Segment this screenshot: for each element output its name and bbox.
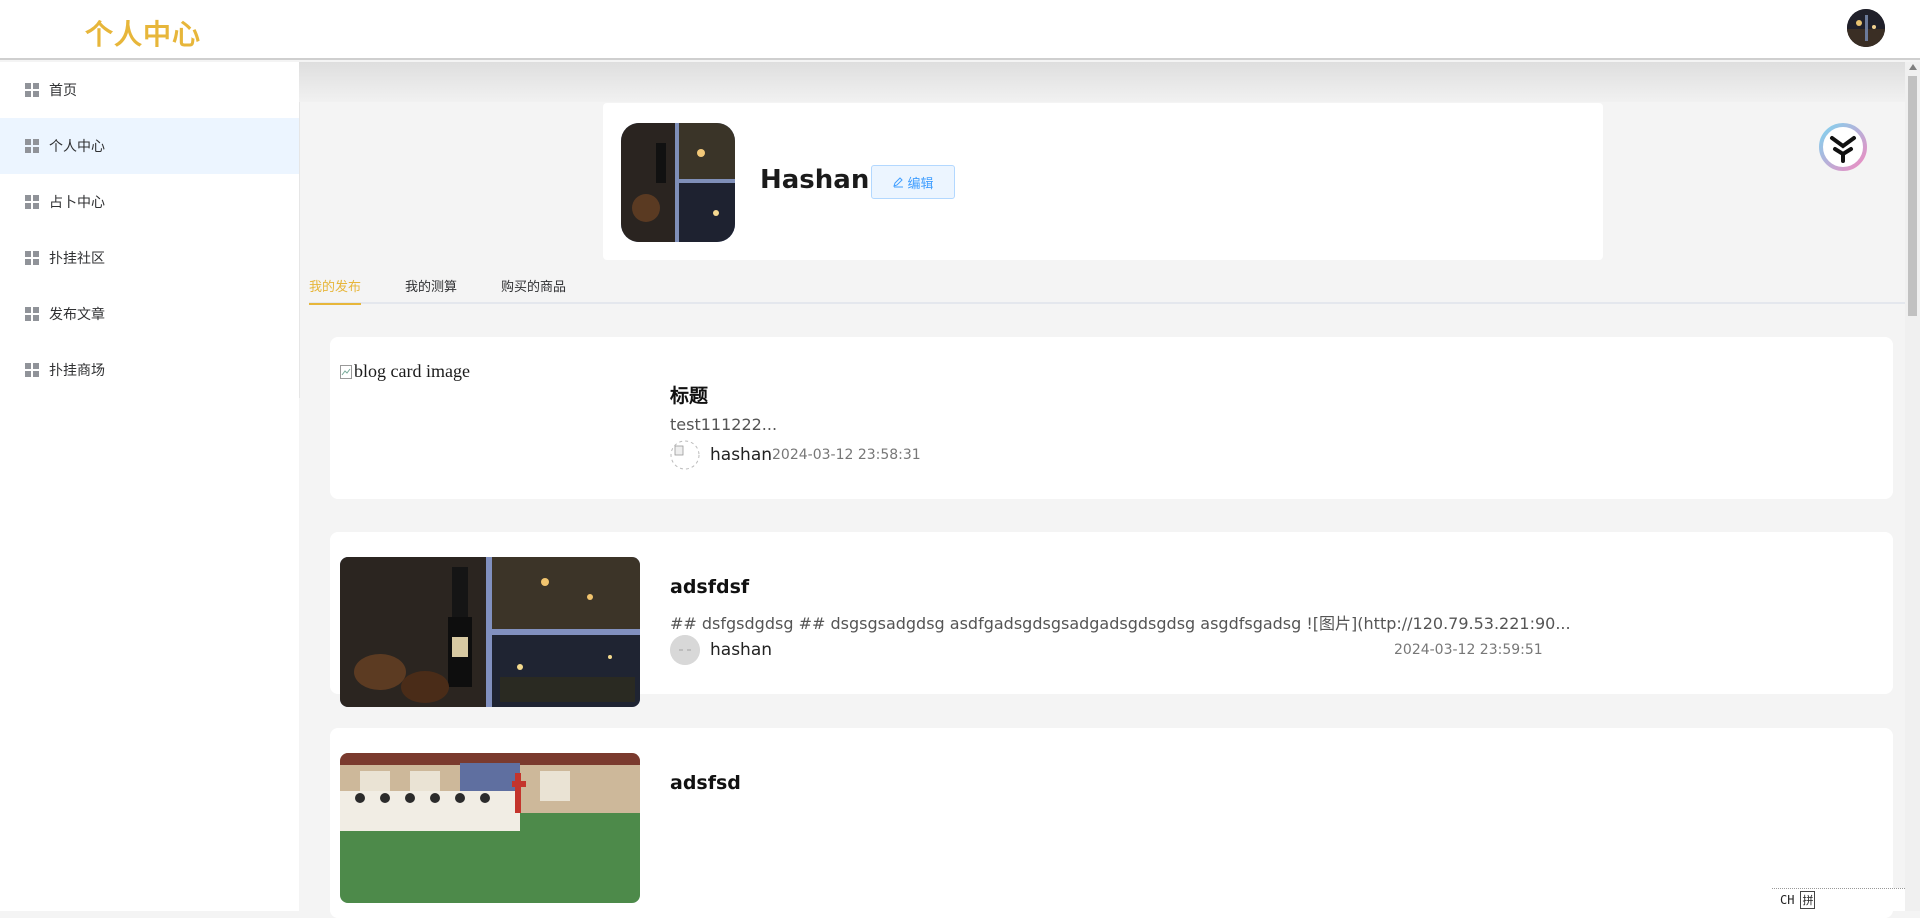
blog-card[interactable]: adsfdsf ## dsfgsdgdsg ## dsgsgsadgdsg as… (330, 532, 1893, 707)
blog-card-image[interactable] (340, 557, 640, 707)
profile-name: Hashan (760, 165, 870, 195)
sidebar-item-profile[interactable]: 个人中心 (0, 118, 299, 174)
sidebar-nav: 首页 个人中心 占卜中心 扑挂社区 发布文章 扑挂商场 (0, 62, 300, 398)
author-name[interactable]: hashan (710, 445, 772, 465)
author-avatar (670, 440, 700, 470)
blog-card-image-broken: blog card image (340, 361, 470, 382)
blog-card[interactable]: adsfsd (330, 728, 1893, 918)
user-avatar[interactable] (1847, 9, 1885, 47)
tab-my-posts[interactable]: 我的发布 (309, 276, 362, 305)
top-header: 个人中心 (0, 0, 1920, 60)
scroll-up-arrow-icon[interactable] (1909, 64, 1917, 70)
sidebar-item-label: 占卜中心 (49, 195, 105, 211)
sidebar-item-label: 扑挂商场 (49, 363, 105, 379)
tab-purchased-items[interactable]: 购买的商品 (501, 276, 566, 303)
blog-card-excerpt: test111222... (670, 415, 778, 434)
grid-icon (25, 139, 39, 153)
edit-button-label: 编辑 (907, 176, 934, 192)
blog-card-title[interactable]: adsfsd (670, 772, 741, 794)
post-time: 2024-03-12 23:58:31 (772, 447, 921, 463)
profile-avatar[interactable] (621, 123, 735, 242)
blog-card-title[interactable]: adsfdsf (670, 576, 749, 598)
sidebar-item-divination[interactable]: 占卜中心 (0, 174, 299, 230)
main-content: Hashan 编辑 我的发布 我的测算 购买的商品 blog card imag… (299, 62, 1905, 918)
page-brand-title: 个人中心 (85, 18, 202, 51)
blog-card-author: hashan 2024-03-12 23:58:31 (670, 440, 921, 470)
sidebar-item-label: 扑挂社区 (49, 251, 105, 267)
profile-card: Hashan 编辑 (603, 103, 1603, 260)
sidebar-item-mall[interactable]: 扑挂商场 (0, 342, 299, 398)
page-scrollbar[interactable] (1905, 62, 1920, 911)
edit-profile-button[interactable]: 编辑 (871, 165, 955, 199)
app-logo-icon[interactable] (1819, 123, 1867, 171)
sidebar-background (0, 398, 299, 911)
edit-icon (893, 177, 904, 188)
image-alt-text: blog card image (354, 361, 470, 381)
blog-card-author: hashan (670, 635, 772, 665)
ime-status-bar: CH 拼 (1772, 888, 1905, 911)
sidebar-item-home[interactable]: 首页 (0, 62, 299, 118)
tab-my-readings[interactable]: 我的测算 (405, 276, 457, 303)
scrollbar-thumb[interactable] (1908, 76, 1917, 316)
sidebar-item-publish[interactable]: 发布文章 (0, 286, 299, 342)
grid-icon (25, 307, 39, 321)
sidebar-item-community[interactable]: 扑挂社区 (0, 230, 299, 286)
grid-icon (25, 251, 39, 265)
ime-mode[interactable]: CH (1780, 893, 1794, 907)
grid-icon (25, 195, 39, 209)
sidebar-item-label: 首页 (49, 83, 77, 99)
sidebar-item-label: 个人中心 (49, 139, 105, 155)
sidebar-item-label: 发布文章 (49, 307, 105, 323)
grid-icon (25, 83, 39, 97)
ime-layout[interactable]: 拼 (1800, 891, 1816, 909)
blog-card-image[interactable] (340, 753, 640, 903)
author-avatar (670, 635, 700, 665)
broken-image-icon (340, 364, 352, 379)
grid-icon (25, 363, 39, 377)
post-time: 2024-03-12 23:59:51 (1394, 642, 1543, 658)
main-top-shade (299, 62, 1905, 102)
blog-card-excerpt: ## dsfgsdgdsg ## dsgsgsadgdsg asdfgadsgd… (670, 614, 1571, 633)
author-name[interactable]: hashan (710, 640, 772, 660)
blog-card-title[interactable]: 标题 (670, 381, 708, 408)
blog-card[interactable]: blog card image 标题 test111222... hashan … (330, 337, 1893, 499)
profile-tabs: 我的发布 我的测算 购买的商品 (309, 272, 1905, 305)
